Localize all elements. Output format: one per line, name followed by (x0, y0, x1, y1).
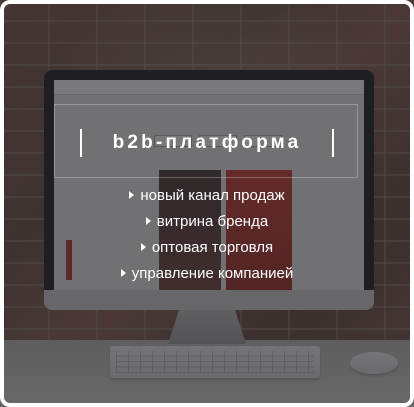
feature-label: оптовая торговля (151, 238, 274, 256)
title-row: b2b-платформа (80, 128, 334, 158)
triangle-right-icon (145, 217, 151, 225)
feature-item: оптовая торговля (0, 234, 414, 260)
banner-title: b2b-платформа (112, 132, 302, 153)
feature-item: управление компанией (0, 260, 414, 286)
feature-label: витрина бренда (156, 212, 269, 230)
feature-list: новый канал продаж витрина бренда оптова… (0, 182, 414, 286)
triangle-right-icon (120, 269, 126, 277)
feature-label: новый канал продаж (140, 186, 285, 204)
triangle-right-icon (129, 191, 135, 199)
feature-item: витрина бренда (0, 208, 414, 234)
promo-banner: b2b-платформа новый канал продаж витрина… (0, 0, 414, 407)
triangle-right-icon (140, 243, 146, 251)
title-right-bar (332, 129, 334, 157)
feature-item: новый канал продаж (0, 182, 414, 208)
feature-label: управление компанией (131, 264, 294, 282)
